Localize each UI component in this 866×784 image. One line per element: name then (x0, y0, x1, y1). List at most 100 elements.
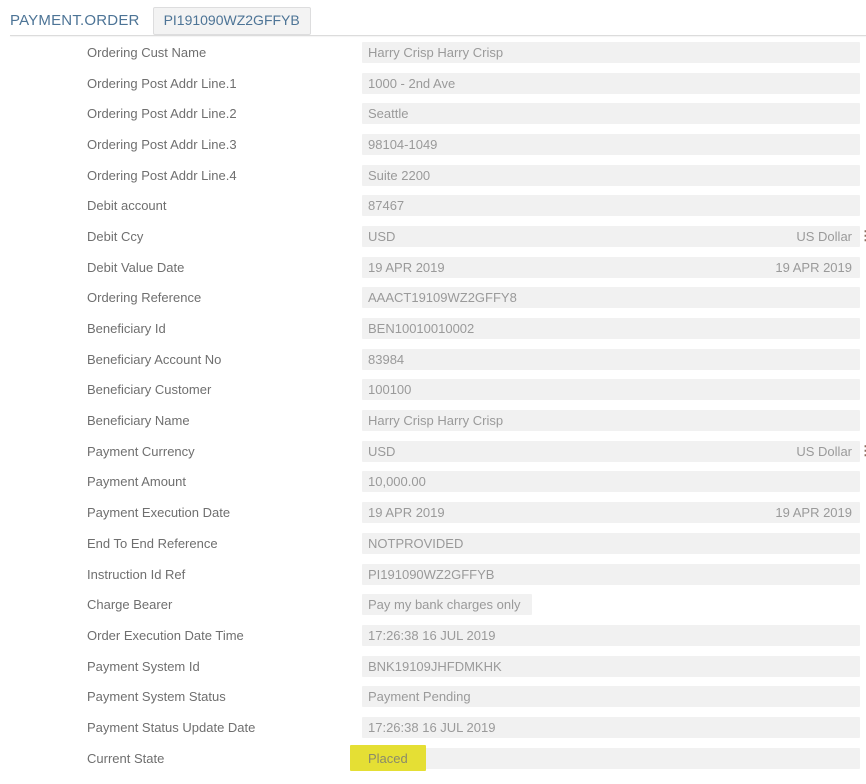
field-value-box[interactable]: 19 APR 2019 19 APR 2019 (362, 257, 860, 278)
field-value-box[interactable]: USD US Dollar (362, 441, 860, 462)
field-value: 100100 (368, 382, 411, 397)
field-label: Debit Ccy (0, 229, 362, 244)
page-title: PAYMENT.ORDER (10, 12, 140, 29)
field-value-box[interactable]: Harry Crisp Harry Crisp (362, 410, 860, 431)
field-value-wrap: 1000 - 2nd Ave (362, 68, 866, 99)
field-value: BNK19109JHFDMKHK (368, 659, 502, 674)
field-value-box[interactable]: BNK19109JHFDMKHK (362, 656, 860, 677)
field-value-box[interactable]: Pay my bank charges only (362, 594, 532, 615)
field-value-wrap: 100100 (362, 375, 866, 406)
field-row: Payment System Id BNK19109JHFDMKHK (0, 651, 866, 682)
field-label: End To End Reference (0, 536, 362, 551)
field-row: Ordering Post Addr Line.1 1000 - 2nd Ave (0, 68, 866, 99)
field-value-box[interactable]: 87467 (362, 195, 860, 216)
order-id-box[interactable]: PI191090WZ2GFFYB (153, 7, 311, 35)
field-value: 98104-1049 (368, 137, 437, 152)
field-value-box[interactable]: 10,000.00 (362, 471, 860, 492)
field-label: Payment Currency (0, 444, 362, 459)
field-value-wrap: Placed (362, 743, 866, 774)
field-value: 19 APR 2019 (368, 505, 445, 520)
payment-order-page: PAYMENT.ORDER PI191090WZ2GFFYB Ordering … (0, 0, 866, 784)
field-label: Ordering Post Addr Line.2 (0, 106, 362, 121)
field-value: 1000 - 2nd Ave (368, 76, 455, 91)
field-label: Ordering Cust Name (0, 45, 362, 60)
field-value-wrap: 17:26:38 16 JUL 2019 (362, 712, 866, 743)
field-value-wrap: NOTPROVIDED (362, 528, 866, 559)
field-value-wrap: USD US Dollar ⋮ (362, 436, 866, 467)
field-label: Payment Status Update Date (0, 720, 362, 735)
field-value-box[interactable]: Harry Crisp Harry Crisp (362, 42, 860, 63)
field-value-box[interactable]: 98104-1049 (362, 134, 860, 155)
field-row: Order Execution Date Time 17:26:38 16 JU… (0, 620, 866, 651)
field-value-box[interactable]: 1000 - 2nd Ave (362, 73, 860, 94)
field-value-wrap: 19 APR 2019 19 APR 2019 (362, 252, 866, 283)
field-value-box[interactable]: Payment Pending (362, 686, 860, 707)
field-value-box[interactable]: 17:26:38 16 JUL 2019 (362, 717, 860, 738)
field-value-box[interactable]: USD US Dollar (362, 226, 860, 247)
field-row: Debit Ccy USD US Dollar ⋮ (0, 221, 866, 252)
field-label: Debit Value Date (0, 260, 362, 275)
more-options-icon[interactable]: ⋮ (859, 231, 866, 241)
field-label: Beneficiary Account No (0, 352, 362, 367)
field-value-box[interactable]: AAACT19109WZ2GFFY8 (362, 287, 860, 308)
field-value-wrap: PI191090WZ2GFFYB (362, 559, 866, 590)
field-value-wrap: 17:26:38 16 JUL 2019 (362, 620, 866, 651)
field-value-box[interactable]: PI191090WZ2GFFYB (362, 564, 860, 585)
field-value: Placed (368, 751, 408, 766)
field-row: Beneficiary Customer 100100 (0, 375, 866, 406)
field-secondary-value: US Dollar (796, 229, 852, 244)
field-value: PI191090WZ2GFFYB (368, 567, 494, 582)
field-value-box[interactable]: NOTPROVIDED (362, 533, 860, 554)
field-label: Payment System Id (0, 659, 362, 674)
field-value-wrap: Suite 2200 (362, 160, 866, 191)
field-row: Charge Bearer Pay my bank charges only (0, 589, 866, 620)
field-secondary-value: 19 APR 2019 (775, 505, 852, 520)
field-label: Beneficiary Customer (0, 382, 362, 397)
field-value-box[interactable]: BEN10010010002 (362, 318, 860, 339)
fields-list: Ordering Cust Name Harry Crisp Harry Cri… (0, 36, 866, 774)
field-value-wrap: Harry Crisp Harry Crisp (362, 37, 866, 68)
field-value: Suite 2200 (368, 168, 430, 183)
field-label: Charge Bearer (0, 597, 362, 612)
field-value-box[interactable]: 19 APR 2019 19 APR 2019 (362, 502, 860, 523)
field-label: Beneficiary Name (0, 413, 362, 428)
field-label: Instruction Id Ref (0, 567, 362, 582)
field-row: Ordering Reference AAACT19109WZ2GFFY8 (0, 283, 866, 314)
field-row: Debit Value Date 19 APR 2019 19 APR 2019 (0, 252, 866, 283)
field-value: 83984 (368, 352, 404, 367)
field-label: Current State (0, 751, 362, 766)
field-value-box[interactable]: Seattle (362, 103, 860, 124)
field-value-wrap: 98104-1049 (362, 129, 866, 160)
more-options-icon[interactable]: ⋮ (859, 446, 866, 456)
field-label: Ordering Post Addr Line.3 (0, 137, 362, 152)
field-value-box[interactable]: 17:26:38 16 JUL 2019 (362, 625, 860, 646)
field-secondary-value: US Dollar (796, 444, 852, 459)
field-value-wrap: USD US Dollar ⋮ (362, 221, 866, 252)
field-value: USD (368, 229, 395, 244)
field-value-wrap: 83984 (362, 344, 866, 375)
field-label: Payment System Status (0, 689, 362, 704)
field-row: Instruction Id Ref PI191090WZ2GFFYB (0, 559, 866, 590)
field-row: Ordering Post Addr Line.3 98104-1049 (0, 129, 866, 160)
field-row: Beneficiary Account No 83984 (0, 344, 866, 375)
field-value: Payment Pending (368, 689, 471, 704)
field-row: End To End Reference NOTPROVIDED (0, 528, 866, 559)
field-label: Debit account (0, 198, 362, 213)
field-value: 87467 (368, 198, 404, 213)
field-value: AAACT19109WZ2GFFY8 (368, 290, 517, 305)
field-value-wrap: Pay my bank charges only (362, 589, 866, 620)
field-row: Payment Execution Date 19 APR 2019 19 AP… (0, 497, 866, 528)
field-value-box[interactable]: Placed (362, 748, 860, 769)
field-label: Order Execution Date Time (0, 628, 362, 643)
field-value: 19 APR 2019 (368, 260, 445, 275)
field-value-box[interactable]: 100100 (362, 379, 860, 400)
field-value-box[interactable]: Suite 2200 (362, 165, 860, 186)
field-secondary-value: 19 APR 2019 (775, 260, 852, 275)
field-value: Harry Crisp Harry Crisp (368, 413, 503, 428)
field-value: NOTPROVIDED (368, 536, 463, 551)
field-row: Beneficiary Id BEN10010010002 (0, 313, 866, 344)
field-value-wrap: Seattle (362, 98, 866, 129)
field-row: Ordering Post Addr Line.2 Seattle (0, 98, 866, 129)
field-value-box[interactable]: 83984 (362, 349, 860, 370)
field-label: Ordering Post Addr Line.1 (0, 76, 362, 91)
